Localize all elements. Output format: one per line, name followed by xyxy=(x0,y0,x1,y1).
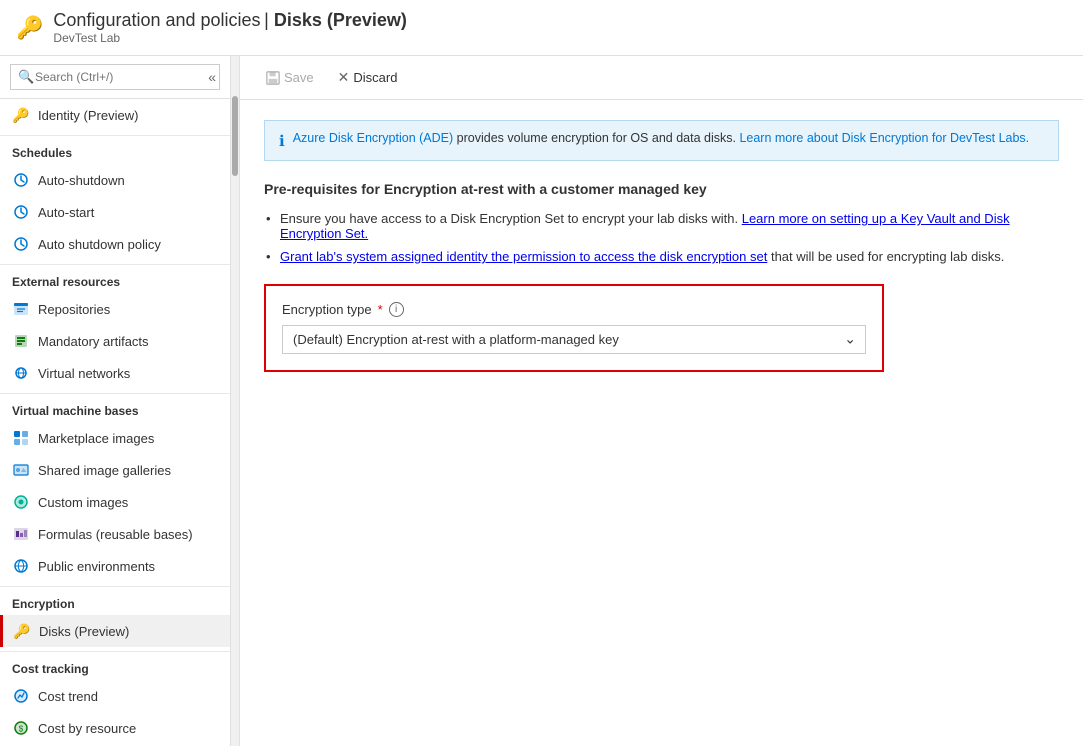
section-cost-tracking: Cost tracking xyxy=(0,651,230,680)
collapse-icon[interactable]: « xyxy=(208,69,216,85)
sidebar-item-label: Auto-shutdown xyxy=(38,173,125,188)
formulas-icon xyxy=(12,525,30,543)
public-environments-icon xyxy=(12,557,30,575)
sidebar-scrollbar[interactable] xyxy=(231,56,239,746)
sidebar-item-label: Cost trend xyxy=(38,689,98,704)
encryption-type-select[interactable]: (Default) Encryption at-rest with a plat… xyxy=(282,325,866,354)
disks-preview-icon: 🔑 xyxy=(13,622,31,640)
page-title-main: Configuration and policies xyxy=(53,10,260,30)
info-icon: ℹ xyxy=(279,132,285,150)
sidebar-item-label: Repositories xyxy=(38,302,110,317)
sidebar-item-label: Identity (Preview) xyxy=(38,108,138,123)
encryption-type-label: Encryption type * i xyxy=(282,302,866,317)
sidebar-item-label: Auto shutdown policy xyxy=(38,237,161,252)
search-input[interactable] xyxy=(10,64,220,90)
section-schedules: Schedules xyxy=(0,135,230,164)
sidebar-item-auto-shutdown[interactable]: Auto-shutdown xyxy=(0,164,230,196)
sidebar-item-label: Auto-start xyxy=(38,205,94,220)
sidebar-item-label: Custom images xyxy=(38,495,128,510)
encryption-type-select-wrapper: (Default) Encryption at-rest with a plat… xyxy=(282,325,866,354)
sidebar-item-mandatory-artifacts[interactable]: Mandatory artifacts xyxy=(0,325,230,357)
info-tooltip-icon[interactable]: i xyxy=(389,302,404,317)
page-header: 🔑 Configuration and policies | Disks (Pr… xyxy=(0,0,1083,56)
scrollbar-thumb xyxy=(232,96,238,176)
auto-start-icon xyxy=(12,203,30,221)
learn-more-link[interactable]: Learn more about Disk Encryption for Dev… xyxy=(739,131,1029,145)
sidebar-item-label: Disks (Preview) xyxy=(39,624,129,639)
sidebar-item-label: Public environments xyxy=(38,559,155,574)
shared-image-galleries-icon xyxy=(12,461,30,479)
search-icon: 🔍 xyxy=(18,69,34,85)
svg-text:$: $ xyxy=(19,725,24,734)
sidebar-item-custom-images[interactable]: Custom images xyxy=(0,486,230,518)
sidebar-item-label: Shared image galleries xyxy=(38,463,171,478)
encryption-form-box: Encryption type * i (Default) Encryption… xyxy=(264,284,884,372)
identity-icon: 🔑 xyxy=(12,106,30,124)
discard-icon: ✕ xyxy=(338,69,350,86)
custom-images-icon xyxy=(12,493,30,511)
info-banner-text: Azure Disk Encryption (ADE) provides vol… xyxy=(293,131,1029,145)
prerequisites-list: Ensure you have access to a Disk Encrypt… xyxy=(264,211,1059,264)
sidebar-item-cost-trend[interactable]: Cost trend xyxy=(0,680,230,712)
sidebar-item-label: Virtual networks xyxy=(38,366,130,381)
auto-shutdown-policy-icon xyxy=(12,235,30,253)
cost-trend-icon xyxy=(12,687,30,705)
sidebar-item-marketplace-images[interactable]: Marketplace images xyxy=(0,422,230,454)
sidebar-item-disks-preview[interactable]: 🔑 Disks (Preview) xyxy=(0,615,230,647)
header-icon: 🔑 xyxy=(16,15,43,41)
marketplace-images-icon xyxy=(12,429,30,447)
grant-identity-link[interactable]: Grant lab's system assigned identity the… xyxy=(280,249,767,264)
required-marker: * xyxy=(378,302,383,317)
discard-button[interactable]: ✕ Discard xyxy=(328,64,408,91)
sidebar-item-identity[interactable]: 🔑 Identity (Preview) xyxy=(0,99,230,131)
info-banner: ℹ Azure Disk Encryption (ADE) provides v… xyxy=(264,120,1059,161)
toolbar: Save ✕ Discard xyxy=(240,56,1083,100)
main-panel: Save ✕ Discard ℹ Azure Disk Encryption (… xyxy=(240,56,1083,746)
breadcrumb: DevTest Lab xyxy=(53,31,407,45)
sidebar-item-label: Cost by resource xyxy=(38,721,136,736)
section-encryption: Encryption xyxy=(0,586,230,615)
sidebar-item-label: Marketplace images xyxy=(38,431,154,446)
virtual-networks-icon xyxy=(12,364,30,382)
section-title: Pre-requisites for Encryption at-rest wi… xyxy=(264,181,1059,197)
page-title: Configuration and policies | Disks (Prev… xyxy=(53,10,407,31)
sidebar-item-formulas[interactable]: Formulas (reusable bases) xyxy=(0,518,230,550)
prerequisite-item-1: Ensure you have access to a Disk Encrypt… xyxy=(264,211,1059,241)
sidebar-item-public-environments[interactable]: Public environments xyxy=(0,550,230,582)
sidebar-item-label: Formulas (reusable bases) xyxy=(38,527,193,542)
header-text-group: Configuration and policies | Disks (Prev… xyxy=(53,10,407,45)
repositories-icon xyxy=(12,300,30,318)
main-content-area: ℹ Azure Disk Encryption (ADE) provides v… xyxy=(240,100,1083,746)
save-button[interactable]: Save xyxy=(256,65,324,90)
section-vm-bases: Virtual machine bases xyxy=(0,393,230,422)
save-icon xyxy=(266,71,280,85)
prerequisite-item-2: Grant lab's system assigned identity the… xyxy=(264,249,1059,264)
page-title-sub: Disks (Preview) xyxy=(274,10,407,30)
sidebar-item-auto-start[interactable]: Auto-start xyxy=(0,196,230,228)
ade-link[interactable]: Azure Disk Encryption (ADE) xyxy=(293,131,453,145)
sidebar-item-shared-image-galleries[interactable]: Shared image galleries xyxy=(0,454,230,486)
sidebar-item-label: Mandatory artifacts xyxy=(38,334,149,349)
cost-by-resource-icon: $ xyxy=(12,719,30,737)
sidebar-item-virtual-networks[interactable]: Virtual networks xyxy=(0,357,230,389)
mandatory-artifacts-icon xyxy=(12,332,30,350)
sidebar-item-cost-by-resource[interactable]: $ Cost by resource xyxy=(0,712,230,744)
section-external-resources: External resources xyxy=(0,264,230,293)
sidebar-item-repositories[interactable]: Repositories xyxy=(0,293,230,325)
sidebar-search-container: 🔍 « xyxy=(0,56,230,99)
sidebar-item-auto-shutdown-policy[interactable]: Auto shutdown policy xyxy=(0,228,230,260)
sidebar-nav: 🔑 Identity (Preview) Schedules Auto-shut… xyxy=(0,99,230,746)
auto-shutdown-icon xyxy=(12,171,30,189)
page-title-separator: | xyxy=(264,10,274,30)
